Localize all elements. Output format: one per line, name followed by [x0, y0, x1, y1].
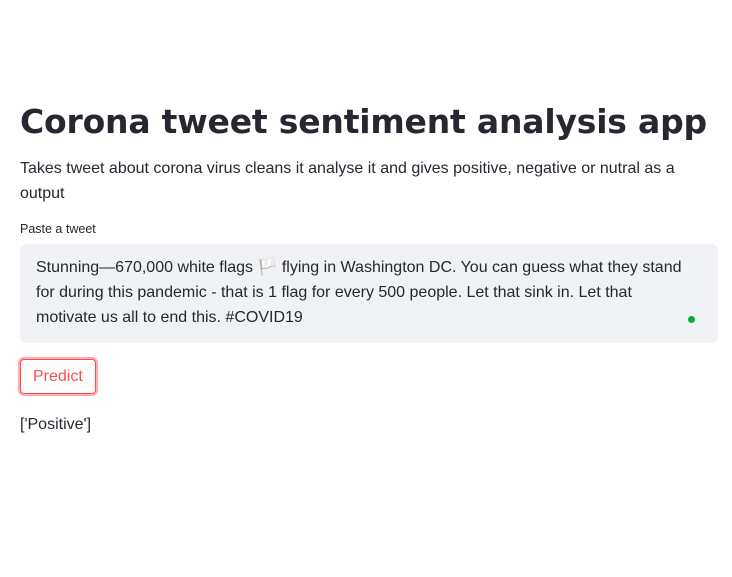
tweet-input-container: [20, 244, 718, 343]
main-content: Corona tweet sentiment analysis app Take…: [20, 98, 718, 436]
prediction-result: ['Positive']: [20, 416, 92, 433]
page-description: Takes tweet about corona virus cleans it…: [20, 160, 675, 202]
tweet-input[interactable]: [20, 244, 718, 343]
page-title: Corona tweet sentiment analysis app: [20, 102, 707, 141]
tweet-input-label: Paste a tweet: [20, 222, 96, 236]
status-indicator-icon: [688, 316, 695, 323]
predict-button[interactable]: Predict: [20, 359, 96, 394]
